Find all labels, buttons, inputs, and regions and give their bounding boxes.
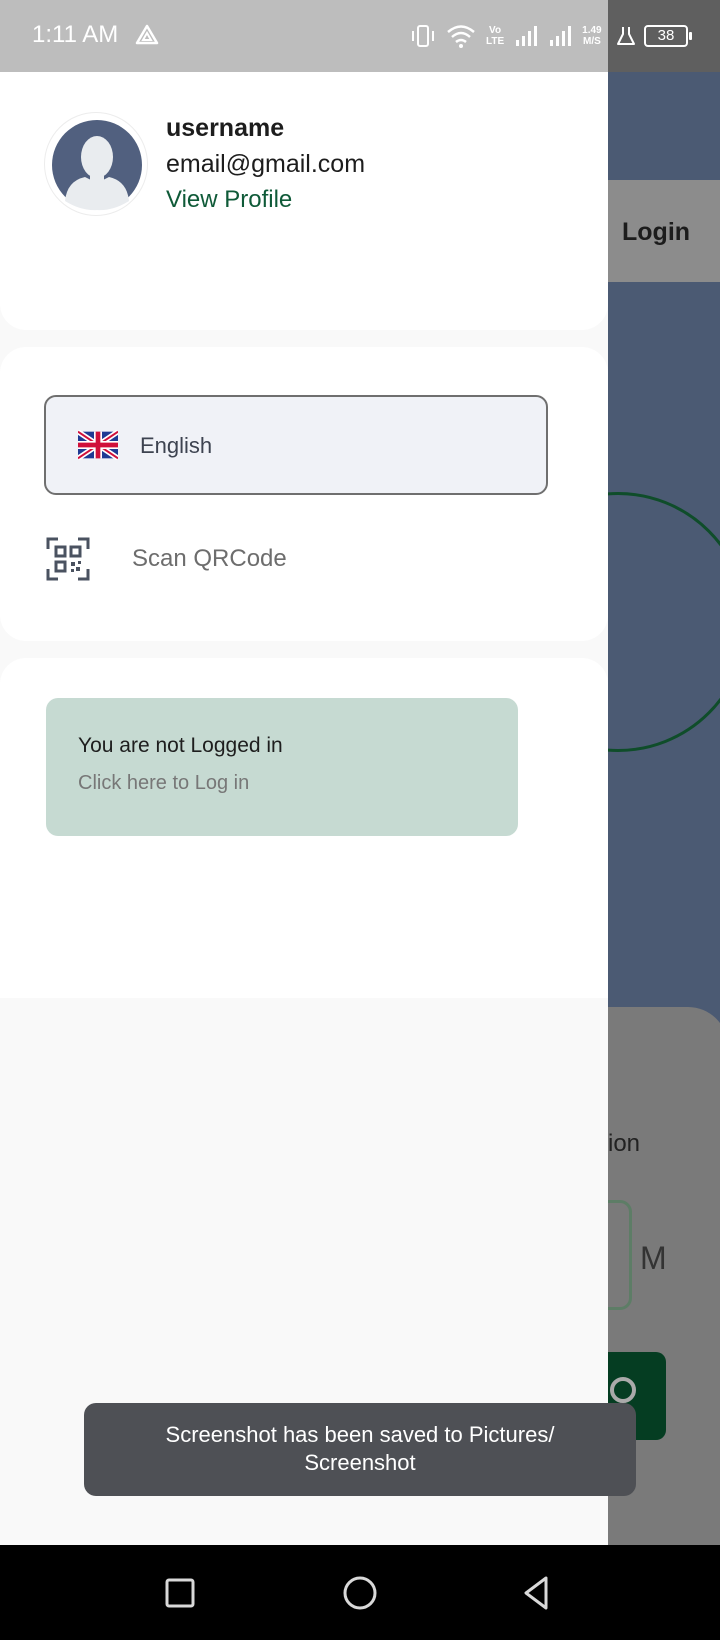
wifi-icon	[447, 25, 475, 48]
scan-qrcode-item[interactable]: Scan QRCode	[44, 531, 548, 589]
battery-icon: 38	[644, 25, 692, 47]
background-partial-label: ion	[608, 1130, 641, 1157]
scan-qrcode-label: Scan QRCode	[132, 545, 287, 572]
background-input	[608, 1200, 632, 1310]
status-icons: Vo LTE 1.49 M/S	[410, 20, 602, 52]
login-prompt-subtitle: Click here to Log in	[78, 772, 250, 794]
view-profile-link[interactable]: View Profile	[166, 186, 292, 214]
language-label: English	[140, 433, 213, 458]
volte-indicator: Vo LTE	[486, 25, 504, 47]
toast-message-line1: Screenshot has been saved to Pictures/	[165, 1422, 555, 1447]
background-app: Login ion M	[608, 72, 720, 1545]
volte-line2: LTE	[486, 36, 505, 47]
status-time: 1:11 AM	[32, 21, 119, 48]
status-bar: 1:11 AM Vo LTE 1.49 M/S 38	[0, 0, 720, 72]
language-selector[interactable]: English	[44, 395, 548, 495]
back-triangle-icon[interactable]	[516, 1573, 556, 1613]
navigation-drawer: username email@gmail.com View Profile En…	[0, 72, 608, 1545]
screenshot-toast: Screenshot has been saved to Pictures/ S…	[84, 1403, 636, 1496]
drive-icon	[135, 24, 159, 45]
login-card: You are not Logged in Click here to Log …	[0, 658, 608, 998]
system-nav-bar	[0, 1545, 720, 1640]
login-prompt-button[interactable]: You are not Logged in Click here to Log …	[46, 698, 518, 836]
background-unit-label: M	[640, 1240, 667, 1276]
signal-icon-1	[516, 26, 538, 46]
recents-square-icon[interactable]	[160, 1573, 200, 1613]
uk-flag-icon	[78, 430, 118, 460]
signal-icon-2	[550, 26, 572, 46]
home-circle-icon[interactable]	[340, 1573, 380, 1613]
profile-email: email@gmail.com	[166, 150, 366, 178]
login-prompt-title: You are not Logged in	[78, 734, 283, 757]
avatar-silhouette-icon	[52, 120, 142, 211]
profile-card: username email@gmail.com View Profile	[0, 72, 608, 330]
network-speed: 1.49 M/S	[582, 25, 601, 47]
toast-message-line2: Screenshot	[304, 1450, 416, 1475]
background-arc	[608, 492, 720, 752]
options-card: English Scan QRCode	[0, 347, 608, 641]
background-login-button: Login	[622, 218, 691, 246]
vibrate-icon	[412, 25, 434, 47]
qr-code-icon	[46, 537, 90, 581]
avatar[interactable]	[44, 112, 148, 216]
battery-level: 38	[657, 27, 675, 44]
volte-line1: Vo	[489, 25, 502, 36]
profile-username: username	[166, 114, 285, 142]
lab-flask-icon	[617, 27, 635, 45]
network-speed-unit: M/S	[583, 36, 601, 47]
network-speed-value: 1.49	[582, 25, 602, 36]
background-search-icon	[610, 1377, 636, 1403]
